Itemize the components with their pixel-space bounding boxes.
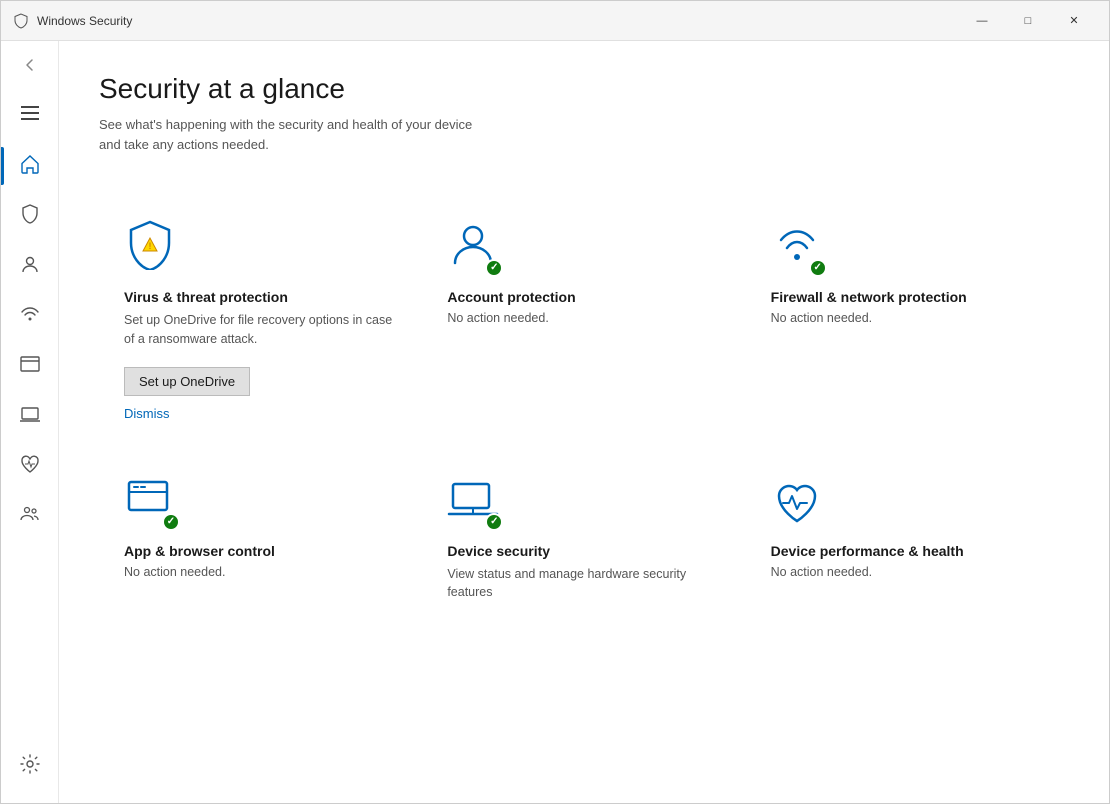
card-devicesec-title: Device security [447,543,720,559]
title-shield-icon [13,13,29,29]
card-app-icon [124,469,397,529]
title-bar-left: Windows Security [13,13,132,29]
account-check-badge [485,259,503,277]
icon-sidebar [1,41,59,803]
card-account-title: Account protection [447,289,720,305]
card-virus-desc: Set up OneDrive for file recovery option… [124,311,397,349]
app-check-badge [162,513,180,531]
shield-icon [19,203,41,230]
sidebar-item-firewall[interactable] [1,291,59,341]
person-icon [19,253,41,280]
laptop-icon [19,403,41,430]
card-firewall-status: No action needed. [771,311,1044,325]
sidebar-item-family[interactable] [1,491,59,541]
hamburger-line-3 [21,118,39,120]
sidebar-item-app[interactable] [1,341,59,391]
close-button[interactable]: ✕ [1051,5,1097,37]
maximize-button[interactable]: □ [1005,5,1051,37]
back-button[interactable] [10,45,50,85]
shield-warning-icon: ! [124,218,176,270]
devicesec-check-badge [485,513,503,531]
card-virus-title: Virus & threat protection [124,289,397,305]
cards-grid-bottom: App & browser control No action needed. [99,444,1069,634]
app-shell: Security at a glance See what's happenin… [1,41,1109,803]
card-health-title: Device performance & health [771,543,1044,559]
home-icon [19,153,41,180]
card-app-title: App & browser control [124,543,397,559]
card-devicesec-icon [447,469,720,529]
card-app: App & browser control No action needed. [99,444,422,634]
sidebar-item-settings[interactable] [1,741,59,791]
account-icon-badge [447,218,499,275]
svg-text:!: ! [149,241,152,251]
card-devicesec-desc: View status and manage hardware security… [447,565,720,603]
main-content: Security at a glance See what's happenin… [59,41,1109,803]
hamburger-line-1 [21,106,39,108]
family-icon [19,503,41,530]
sidebar-item-device[interactable] [1,391,59,441]
minimize-button[interactable]: — [959,5,1005,37]
card-health-status: No action needed. [771,565,1044,579]
network-icon [19,303,41,330]
card-account-icon [447,215,720,275]
card-health: Device performance & health No action ne… [746,444,1069,634]
title-bar-controls: — □ ✕ [959,5,1097,37]
cards-grid-top: ! Virus & threat protection Set up OneDr… [99,190,1069,444]
setup-onedrive-button[interactable]: Set up OneDrive [124,367,250,396]
window-title: Windows Security [37,14,132,28]
page-subtitle: See what's happening with the security a… [99,115,1069,154]
card-app-status: No action needed. [124,565,397,579]
card-account-status: No action needed. [447,311,720,325]
window: Windows Security — □ ✕ [0,0,1110,804]
card-health-icon [771,469,1044,529]
hamburger-button[interactable] [10,93,50,133]
heart-icon [19,453,41,480]
heart-health-icon [771,477,823,529]
virus-icon-badge: ! [124,218,176,275]
sidebar-item-virus[interactable] [1,191,59,241]
title-bar: Windows Security — □ ✕ [1,1,1109,41]
sidebar-item-health[interactable] [1,441,59,491]
firewall-icon-badge [771,218,823,275]
page-title: Security at a glance [99,73,1069,105]
card-devicesec: Device security View status and manage h… [422,444,745,634]
devicesec-icon-badge [447,472,499,529]
card-firewall-icon [771,215,1044,275]
card-virus-icon: ! [124,215,397,275]
hamburger-line-2 [21,112,39,114]
sidebar-item-home[interactable] [1,141,59,191]
card-firewall: Firewall & network protection No action … [746,190,1069,444]
settings-area [1,741,59,803]
sidebar-item-account[interactable] [1,241,59,291]
back-icon [22,57,38,73]
nav-items [1,141,58,541]
app-icon-badge [124,472,176,529]
card-account: Account protection No action needed. [422,190,745,444]
firewall-check-badge [809,259,827,277]
card-firewall-title: Firewall & network protection [771,289,1044,305]
gear-icon [19,753,41,780]
card-virus: ! Virus & threat protection Set up OneDr… [99,190,422,444]
dismiss-link[interactable]: Dismiss [124,406,170,421]
browser-icon [19,353,41,380]
